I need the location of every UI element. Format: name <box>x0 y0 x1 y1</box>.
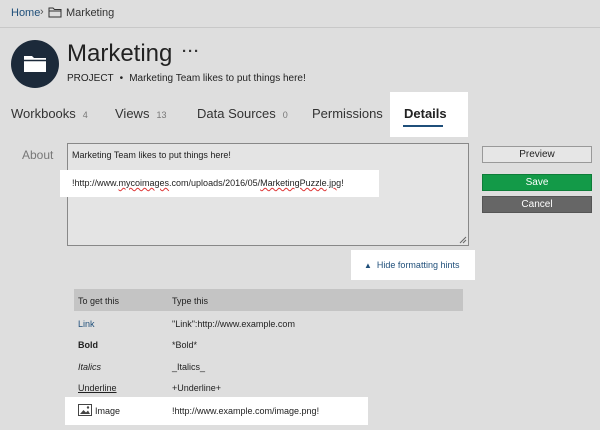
hint-label-link: Link <box>78 319 95 329</box>
tab-workbooks[interactable]: Workbooks 4 <box>11 106 88 121</box>
hint-syntax: "Link":http://www.example.com <box>172 319 295 329</box>
active-tab-indicator <box>403 125 443 127</box>
hint-label-underline: Underline <box>78 383 117 393</box>
hint-syntax: !http://www.example.com/image.png! <box>172 406 320 416</box>
breadcrumb-home-link[interactable]: Home <box>11 7 40 19</box>
hint-label-italics: Italics <box>78 362 102 372</box>
project-title: Marketing <box>67 40 173 67</box>
folder-icon <box>24 56 46 72</box>
hints-table-header <box>74 289 463 311</box>
tab-permissions[interactable]: Permissions <box>312 106 383 121</box>
preview-button[interactable]: Preview <box>482 146 592 163</box>
project-type: PROJECT <box>67 73 114 84</box>
hint-syntax: +Underline+ <box>172 383 222 393</box>
about-label: About <box>22 148 54 162</box>
hint-label-bold: Bold <box>78 340 98 350</box>
more-actions-button[interactable]: ··· <box>182 43 200 60</box>
tab-views[interactable]: Views 13 <box>115 106 166 121</box>
subtitle-separator: • <box>119 73 124 84</box>
tab-label: Views <box>115 106 150 121</box>
image-url-text: !http://www.mycoimages.com/uploads/2016/… <box>72 178 344 188</box>
project-avatar <box>11 40 59 88</box>
tab-count: 13 <box>156 110 167 120</box>
hint-label-image: Image <box>95 406 121 416</box>
project-description: Marketing Team likes to put things here! <box>129 73 306 84</box>
project-subtitle: PROJECT • Marketing Team likes to put thin… <box>67 73 306 84</box>
tab-label: Permissions <box>312 106 383 121</box>
tab-details-label: Details <box>404 106 447 121</box>
resize-handle-icon[interactable] <box>458 235 467 244</box>
tab-count: 4 <box>82 110 88 120</box>
hint-syntax: _Italics_ <box>172 362 206 372</box>
tab-label: Data Sources <box>197 106 276 121</box>
header-divider <box>0 27 600 28</box>
tab-count: 0 <box>282 110 288 120</box>
hide-formatting-hints-link[interactable]: ▲ Hide formatting hints <box>364 260 459 270</box>
image-icon <box>78 404 92 416</box>
tab-label: Workbooks <box>11 106 76 121</box>
hint-syntax: *Bold* <box>172 340 198 350</box>
column-header: Type this <box>172 296 209 306</box>
save-button[interactable]: Save <box>482 174 592 191</box>
column-header: To get this <box>78 296 120 306</box>
breadcrumb-current: Marketing <box>66 7 115 19</box>
breadcrumb-separator: › <box>40 6 44 18</box>
about-text-line: Marketing Team likes to put things here! <box>72 150 231 160</box>
cancel-button[interactable]: Cancel <box>482 196 592 213</box>
chevron-up-icon: ▲ <box>364 261 372 270</box>
tab-data-sources[interactable]: Data Sources 0 <box>197 106 288 121</box>
hint-toggle-label: Hide formatting hints <box>376 260 460 270</box>
folder-icon <box>48 7 62 18</box>
